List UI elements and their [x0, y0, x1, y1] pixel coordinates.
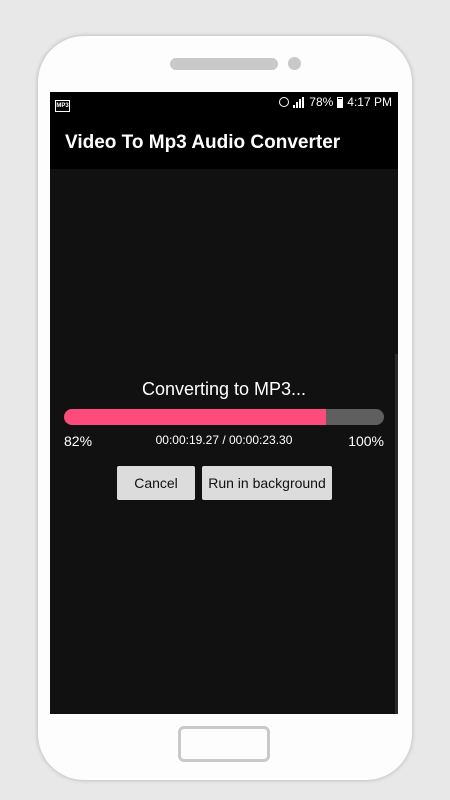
- app-bar: Video To Mp3 Audio Converter: [50, 113, 398, 169]
- converting-message: Converting to MP3...: [141, 379, 307, 399]
- battery-icon: [337, 96, 344, 108]
- time-progress: 00:00:19.27 / 00:00:23.30: [155, 433, 293, 447]
- status-time: 4:17 PM: [347, 95, 392, 109]
- battery-percent: 78%: [309, 95, 334, 109]
- app-title: Video To Mp3 Audio Converter: [65, 132, 341, 153]
- phone-camera: [288, 57, 301, 70]
- status-left: MP3: [55, 96, 70, 112]
- scrollbar[interactable]: [395, 354, 398, 714]
- mp3-notification-icon: MP3: [55, 100, 70, 112]
- status-right: 78% 4:17 PM: [279, 95, 392, 109]
- progress-bar: [64, 409, 384, 425]
- screen: MP3 78% 4:17 PM Video To Mp3 Audio Conve…: [50, 92, 398, 714]
- alarm-icon: [279, 97, 290, 107]
- signal-icon: [293, 96, 305, 108]
- run-in-background-button[interactable]: Run in background: [202, 466, 332, 500]
- status-bar: MP3 78% 4:17 PM: [50, 92, 398, 113]
- progress-max: 100%: [348, 433, 384, 449]
- phone-speaker: [170, 58, 278, 70]
- progress-fill: [64, 409, 327, 425]
- cancel-button[interactable]: Cancel: [117, 466, 195, 500]
- home-button[interactable]: [178, 726, 270, 762]
